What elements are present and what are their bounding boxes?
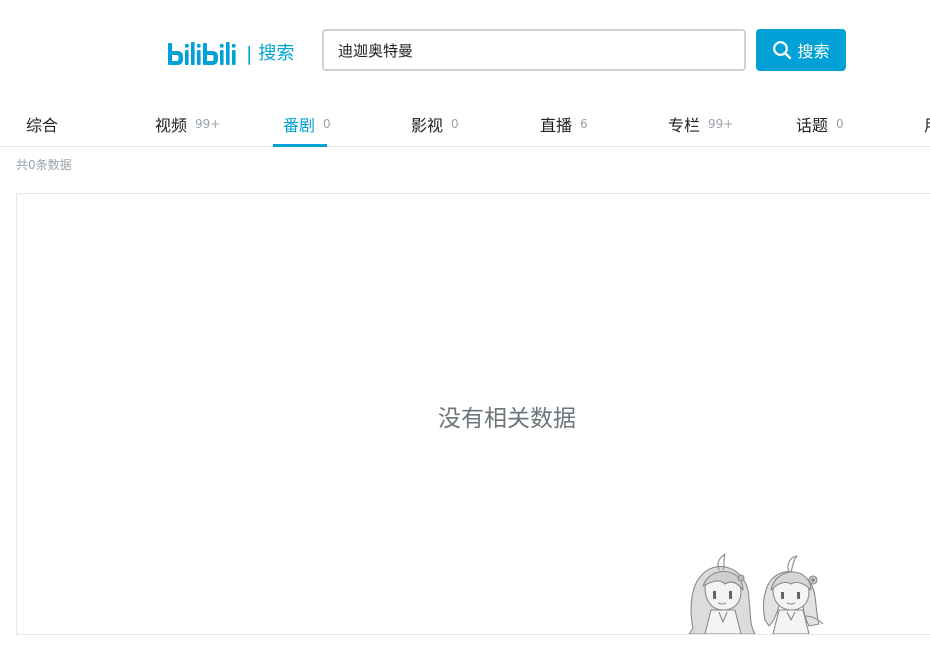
search-input[interactable] xyxy=(322,29,746,71)
tab-topic[interactable]: 话题 0 xyxy=(796,100,844,147)
bilibili-logo-icon xyxy=(168,42,236,65)
search-button-label: 搜索 xyxy=(797,42,830,61)
tab-label: 视频 xyxy=(155,115,188,135)
tab-label: 专栏 xyxy=(668,115,701,135)
tab-label: 用 xyxy=(924,112,930,136)
empty-results-panel: 没有相关数据 xyxy=(16,193,930,635)
result-count: 共0条数据 xyxy=(16,158,72,172)
tab-article[interactable]: 专栏 99+ xyxy=(668,100,733,147)
search-header: | 搜索 搜索 xyxy=(0,0,930,100)
logo-search-text: 搜索 xyxy=(258,43,295,64)
tab-bangumi[interactable]: 番剧 0 xyxy=(283,100,331,147)
search-type-tabs: 综合 视频 99+ 番剧 0 影视 0 直播 6 专栏 99+ 话题 0 用 xyxy=(0,100,930,147)
tab-live[interactable]: 直播 6 xyxy=(540,100,588,147)
tab-count: 0 xyxy=(323,116,331,131)
bilibili-logo[interactable]: | 搜索 xyxy=(166,34,294,74)
tab-count: 6 xyxy=(580,116,588,131)
tab-count: 99+ xyxy=(708,116,734,131)
tab-label: 话题 xyxy=(796,115,829,135)
tab-count: 0 xyxy=(451,116,459,131)
tab-all[interactable]: 综合 xyxy=(26,100,58,147)
tab-label: 直播 xyxy=(540,115,573,135)
active-tab-indicator xyxy=(273,144,327,147)
search-icon xyxy=(773,41,792,60)
empty-message: 没有相关数据 xyxy=(438,406,576,432)
search-button[interactable]: 搜索 xyxy=(756,29,846,71)
tab-user[interactable]: 用 xyxy=(924,100,930,147)
tab-label: 番剧 xyxy=(283,115,316,135)
tab-film[interactable]: 影视 0 xyxy=(411,100,459,147)
empty-mascot-illustration xyxy=(688,553,824,634)
tab-count: 99+ xyxy=(195,116,221,131)
logo-separator: | xyxy=(246,43,253,65)
tab-count: 0 xyxy=(836,116,844,131)
tab-video[interactable]: 视频 99+ xyxy=(155,100,220,147)
tab-label: 影视 xyxy=(411,115,444,135)
tab-label: 综合 xyxy=(26,115,59,135)
